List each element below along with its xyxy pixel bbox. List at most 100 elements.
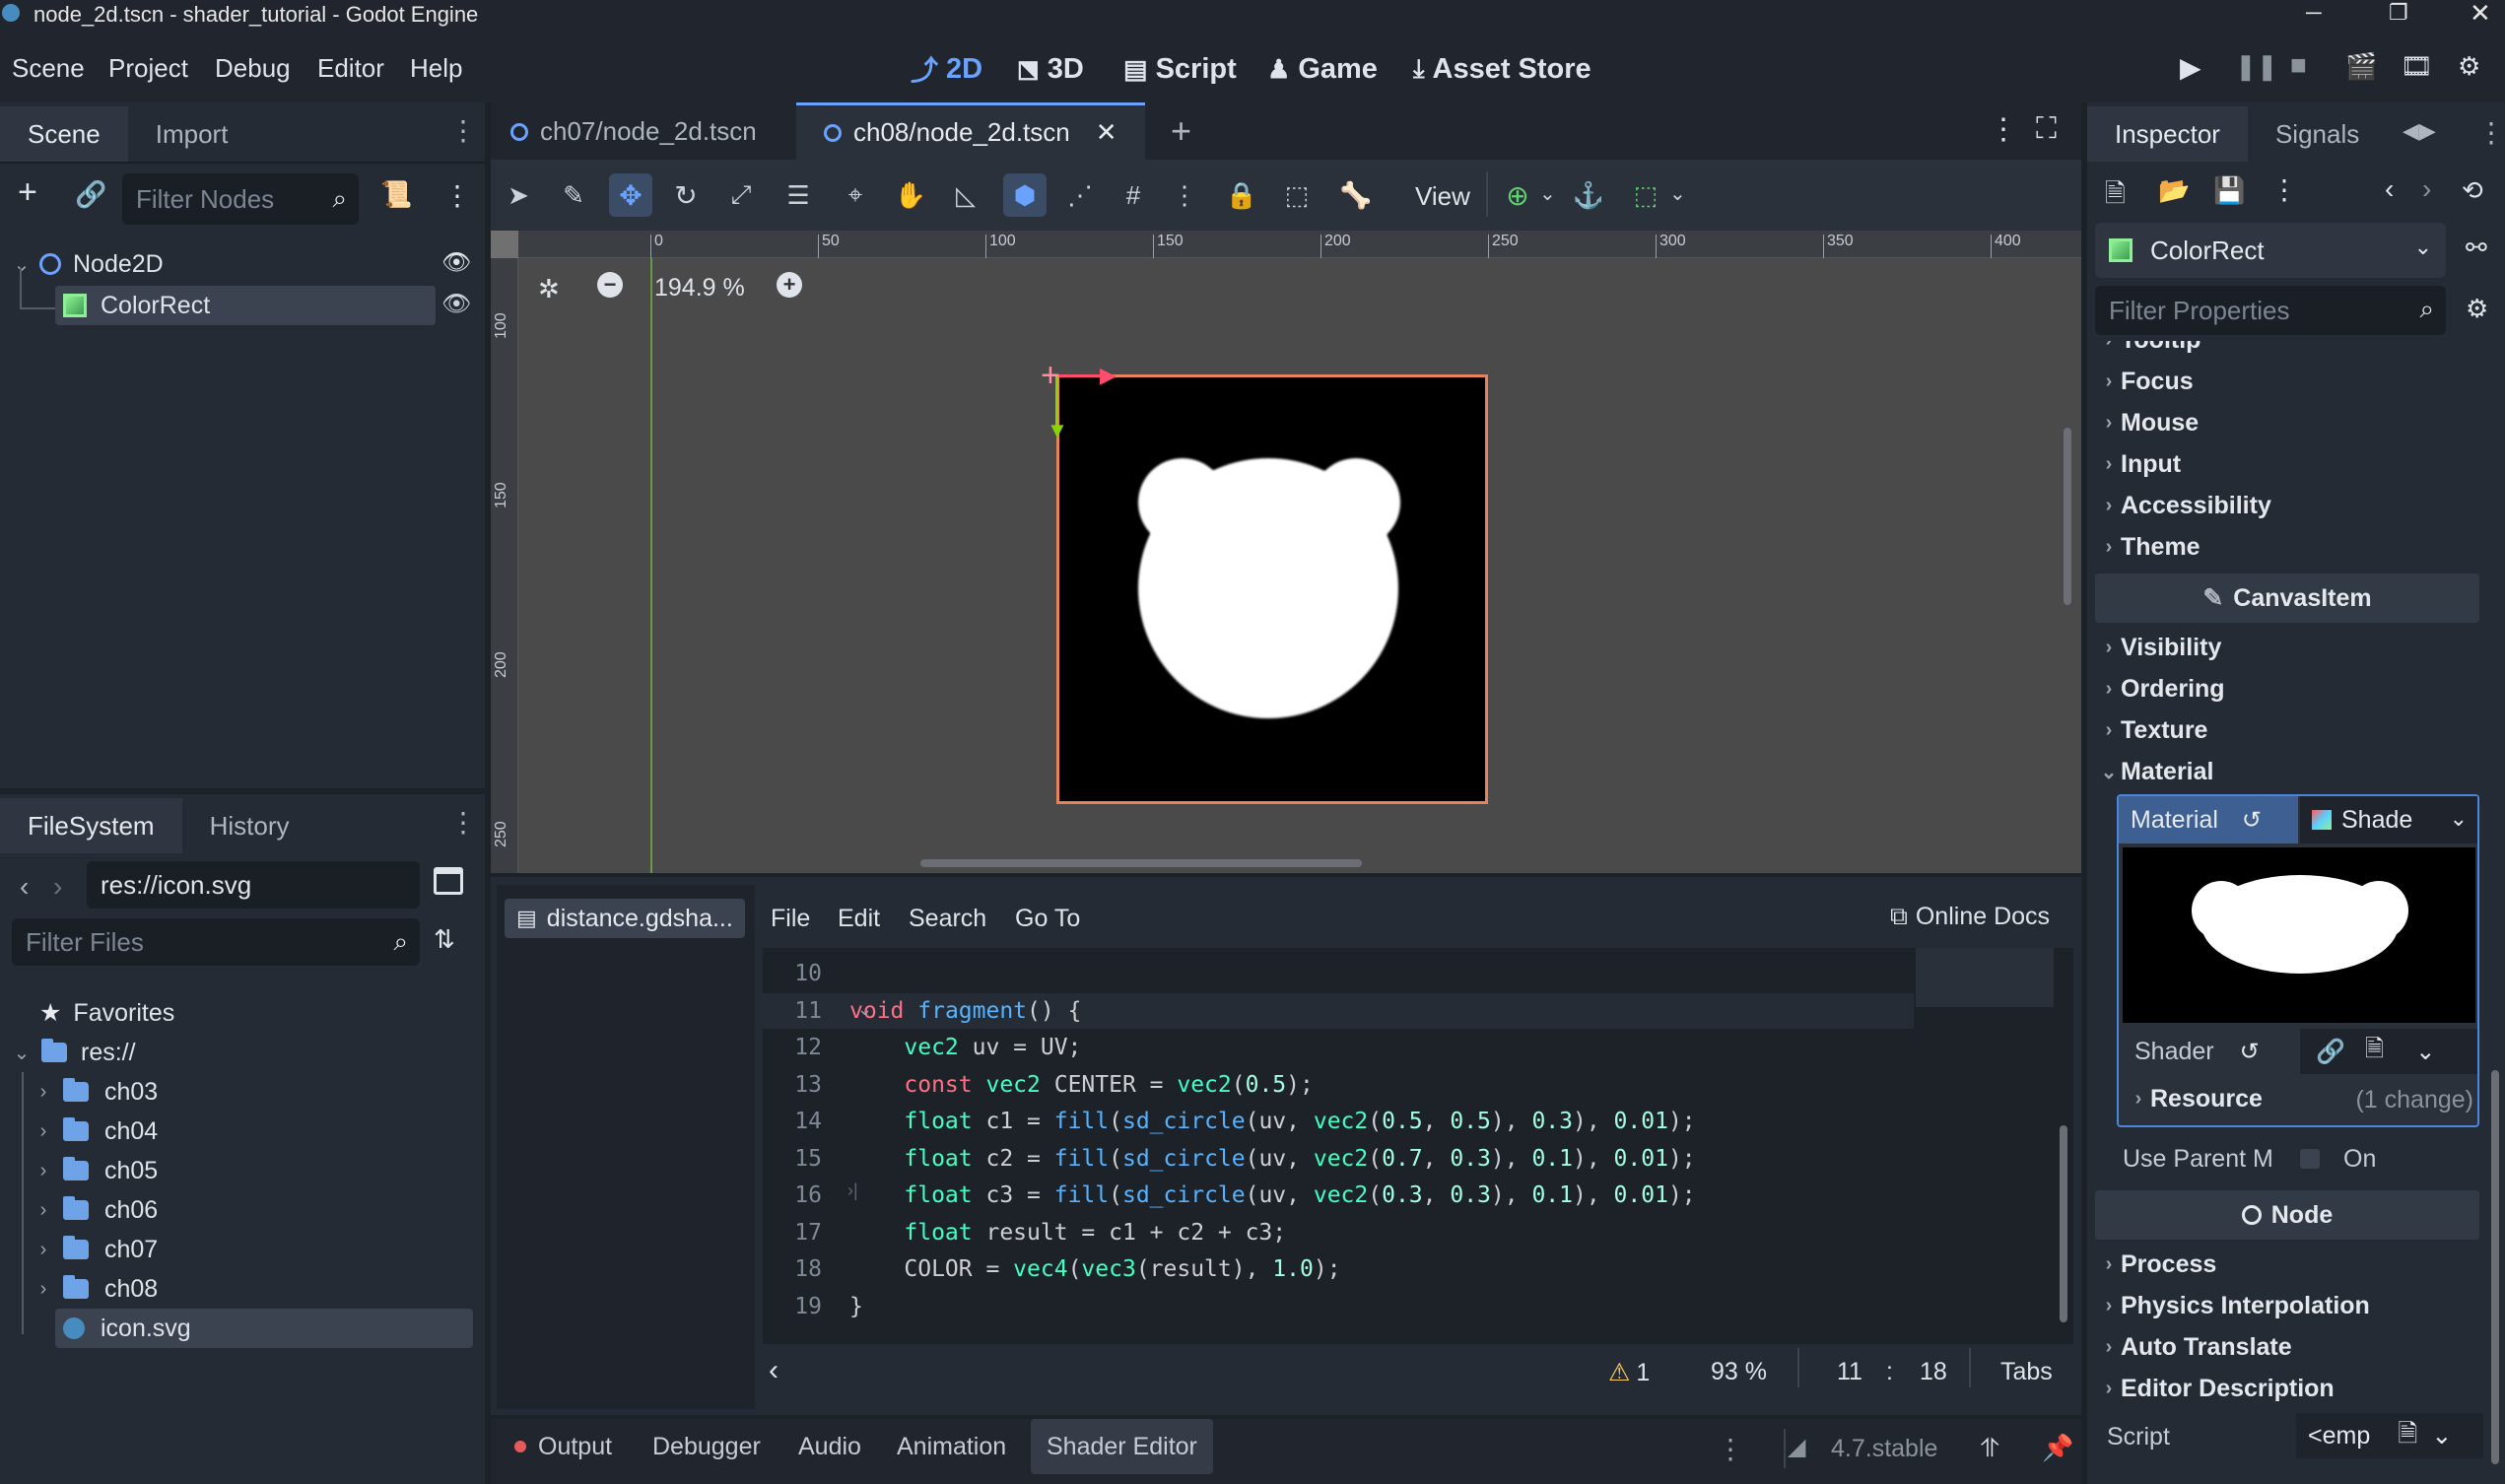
filter-nodes-input[interactable]: Filter Nodes ⌕ [122,173,359,225]
filter-properties-input[interactable]: Filter Properties ⌕ [2095,286,2446,335]
tree-item-node2d[interactable]: ⌄ Node2D 👁 [0,244,485,284]
group-tooltip[interactable]: ›Tooltip [2097,341,2201,361]
group-input[interactable]: › Input [2097,443,2181,485]
group-texture[interactable]: › Texture [2097,709,2208,751]
history-back-icon[interactable]: ‹ [2385,173,2394,205]
code-zoom[interactable]: 93 % [1711,1358,1767,1386]
revert-icon[interactable]: ↺ [2242,806,2262,835]
chevron-right-icon[interactable]: › [32,1278,55,1301]
play-icon[interactable]: ▶ [2180,51,2201,84]
menu-scene[interactable]: Scene [12,53,85,84]
tab-audio[interactable]: Audio [798,1419,861,1474]
tab-import[interactable]: Import [128,106,256,162]
chevron-down-icon[interactable]: ⌄ [10,252,34,277]
zoom-out-icon[interactable]: − [597,272,623,298]
material-value-picker[interactable]: Shade ⌄ [2300,796,2477,843]
tab-animation[interactable]: Animation [897,1419,1006,1474]
chevron-down-icon[interactable]: ⌄ [10,1041,34,1065]
workspace-script[interactable]: ▤ Script [1123,49,1237,89]
toggle-files-icon[interactable]: ‹ [769,1354,779,1387]
folder-item[interactable]: › ch05 [32,1151,159,1190]
res-root-item[interactable]: ⌄ res:// [10,1033,136,1072]
move-tool-icon[interactable]: ✥ [609,173,652,217]
tab-output[interactable]: Output [514,1419,612,1474]
pivot-icon[interactable]: + [1041,357,1060,395]
container-layout-icon[interactable]: ⬚ [1624,173,1667,217]
scale-tool-icon[interactable]: ⤢ [719,173,763,217]
link-icon[interactable]: 🔗 [2316,1038,2345,1066]
object-selector[interactable]: ColorRect ⌄ [2095,223,2446,278]
anchor-icon[interactable]: ⚓ [1567,173,1610,217]
group-accessibility[interactable]: › Accessibility [2097,485,2271,526]
shader-file-tab[interactable]: ▤ distance.gdsha... [505,899,745,938]
chevron-right-icon[interactable]: › [32,1120,55,1143]
add-node-icon[interactable]: + [18,173,37,212]
select-tool-icon[interactable]: ➤ [497,173,540,217]
tab-history[interactable]: History [182,798,317,853]
scene-options-icon[interactable]: ⋮ [443,179,471,212]
fold-chevron-icon[interactable]: ⌄ [857,999,872,1020]
smart-snap-icon[interactable]: ⬢ [1003,173,1047,217]
online-docs-link[interactable]: ⧉ Online Docs [1890,903,2050,931]
workspace-game[interactable]: ♟ Game [1267,49,1378,89]
group-physics-interpolation[interactable]: › Physics Interpolation [2097,1285,2370,1326]
code-line[interactable]: 10 [763,956,1906,991]
property-options-icon[interactable]: ⚙ [2466,294,2488,324]
split-view-icon[interactable] [434,867,463,895]
shader-file-icon[interactable]: 🗎 [2365,1032,2384,1072]
filter-files-input[interactable]: Filter Files ⌕ [12,918,420,966]
close-window-button[interactable]: ✕ [2470,0,2491,29]
visibility-icon[interactable]: 👁 [441,248,471,277]
back-icon[interactable]: ‹ [20,871,29,903]
resource-menu-icon[interactable]: ⋮ [2270,173,2298,206]
menu-help[interactable]: Help [410,53,462,84]
folder-item[interactable]: › ch08 [32,1269,159,1309]
group-editor-description[interactable]: › Editor Description [2097,1368,2335,1409]
maximize-button[interactable]: ❐ [2389,0,2408,26]
tab-signals[interactable]: Signals [2248,106,2387,162]
folder-item[interactable]: › ch06 [32,1190,159,1230]
zoom-in-icon[interactable]: + [777,272,802,298]
pivot-tool-icon[interactable]: ⌖ [834,173,877,217]
inspector-v-scrollbar[interactable] [2491,1070,2499,1464]
paint-tool-icon[interactable]: ✎ [552,173,595,217]
menu-debug[interactable]: Debug [215,53,291,84]
history-forward-icon[interactable]: › [2422,173,2431,205]
folder-item[interactable]: › ch03 [32,1072,159,1112]
chevron-down-icon[interactable]: ⌄ [1669,181,1686,206]
tab-filesystem[interactable]: FileSystem [0,798,182,853]
pause-icon[interactable]: ❚❚ [2235,51,2278,82]
instance-scene-icon[interactable]: 🔗 [75,179,106,210]
expand-panel-icon[interactable]: ⥣ [1981,1433,1999,1464]
code-line[interactable]: 17 float result = c1 + c2 + c3; [763,1215,1906,1250]
code-line[interactable]: 14 float c1 = fill(sd_circle(uv, vec2(0.… [763,1104,1906,1139]
visibility-icon[interactable]: 👁 [441,290,471,318]
folder-item[interactable]: › ch07 [32,1230,159,1269]
bottom-panel-menu-icon[interactable]: ⋮ [1717,1433,1744,1465]
add-tab-icon[interactable]: + [1171,110,1191,152]
zoom-level[interactable]: 194.9 % [654,274,745,303]
code-line[interactable]: 11 void fragment() { [763,993,1906,1029]
dock-menu-icon[interactable]: ⋮ [449,114,477,147]
movie-maker-icon[interactable]: ⚙ [2458,51,2480,82]
chevron-right-icon[interactable]: › [32,1081,55,1104]
chevron-down-icon[interactable]: ⌄ [2415,1038,2435,1066]
code-v-scrollbar[interactable] [2060,1125,2067,1322]
code-minimap[interactable] [1916,948,2054,1007]
shader-menu-file[interactable]: File [771,905,810,933]
warnings-indicator[interactable]: ⚠ 1 [1608,1358,1650,1387]
code-line[interactable]: 12 vec2 uv = UV; [763,1030,1906,1065]
snap-icon[interactable]: ⋰ [1058,173,1102,217]
distraction-free-icon[interactable]: ⛶ [2036,112,2057,146]
attach-script-icon[interactable]: 📜 [380,179,412,210]
script-file-icon[interactable]: 🗎 [2398,1415,2417,1457]
node-config-icon[interactable]: ⚯ [2466,233,2487,263]
indent-mode[interactable]: Tabs [2000,1358,2053,1386]
group-ordering[interactable]: › Ordering [2097,668,2225,709]
chevron-right-icon[interactable]: › [32,1239,55,1261]
view-menu[interactable]: View [1415,181,1470,212]
shader-value-cell[interactable]: 🔗 🗎 ⌄ [2300,1029,2477,1074]
shader-menu-edit[interactable]: Edit [838,905,880,933]
menu-project[interactable]: Project [108,53,188,84]
workspace-3d[interactable]: ⬔ 3D [1017,49,1084,89]
